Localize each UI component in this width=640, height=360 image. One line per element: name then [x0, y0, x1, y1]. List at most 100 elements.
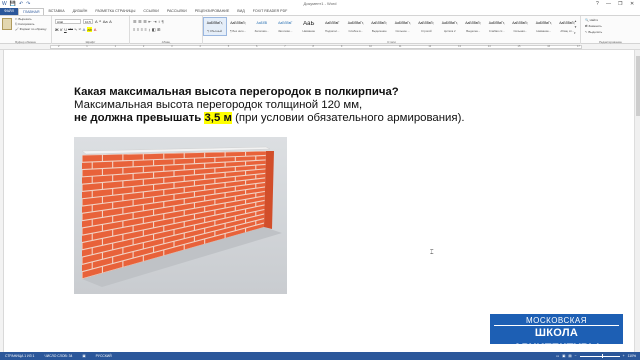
tab-file[interactable]: ФАЙЛ — [0, 8, 18, 15]
question-heading: Какая максимальная высота перегородок в … — [74, 86, 399, 98]
zoom-knob[interactable] — [601, 354, 604, 358]
read-mode-icon[interactable]: ▭ — [556, 354, 559, 358]
underline-button[interactable]: Ч — [64, 27, 67, 32]
tab-foxit[interactable]: FOXIT READER PDF — [249, 8, 292, 15]
style-preview: АаБбВвГг, — [465, 21, 482, 25]
style-preview: АаБбВ — [256, 21, 268, 25]
ribbon-tabs: ФАЙЛ ГЛАВНАЯ ВСТАВКА ДИЗАЙН РАЗМЕТКА СТР… — [0, 7, 640, 16]
align-right-icon[interactable]: ≡ — [141, 27, 143, 32]
style-item[interactable]: АаБбВвГг, ¶ Без инте... — [227, 17, 251, 36]
style-item[interactable]: АаБбВвГг, Слабая сс... — [485, 17, 509, 36]
tab-mailings[interactable]: РАССЫЛКИ — [163, 8, 191, 15]
style-item[interactable]: АаБбВвГг, Строгий — [415, 17, 439, 36]
clear-format-button[interactable]: A — [109, 19, 112, 24]
style-preview: АаБбВвГг, — [512, 21, 529, 25]
style-item[interactable]: АаБбВвГг, Название... — [532, 17, 556, 36]
mouse-cursor-icon: ⌶ — [430, 250, 434, 256]
school-logo: МОСКОВСКАЯ ШКОЛА АРХИТЕКТУРЫ — [490, 314, 623, 354]
tab-view[interactable]: ВИД — [233, 8, 248, 15]
vertical-ruler[interactable] — [0, 50, 4, 352]
style-item[interactable]: АаБбВвГ Подзагол... — [321, 17, 345, 36]
align-left-icon[interactable]: ≡ — [133, 27, 135, 32]
language-indicator[interactable]: РУССКИЙ — [91, 354, 117, 358]
font-color-icon[interactable]: A — [94, 27, 97, 32]
vertical-scrollbar[interactable] — [634, 50, 640, 352]
close-button[interactable]: ✕ — [630, 0, 634, 8]
tab-insert[interactable]: ВСТАВКА — [44, 8, 68, 15]
style-preview: АаБбВвГг, — [371, 21, 388, 25]
style-preview: АаБбВвГг, — [418, 21, 435, 25]
style-item[interactable]: АаБбВвГг, Выделение — [368, 17, 392, 36]
decrease-indent-icon[interactable]: ⇤ — [148, 19, 151, 24]
multilevel-list-icon[interactable]: ☰ — [143, 19, 147, 24]
font-group: Arial 10,5 A A Aa A Ж К Ч abc x₂ x² A ab… — [52, 16, 130, 45]
bullets-icon[interactable]: ☰ — [133, 19, 137, 24]
change-case-button[interactable]: Aa — [103, 19, 108, 24]
bold-button[interactable]: Ж — [55, 27, 59, 32]
style-item[interactable]: АаБбВвГг, Выделен... — [462, 17, 486, 36]
superscript-button[interactable]: x² — [79, 27, 82, 32]
format-painter-button[interactable]: 🖌 Формат по образцу — [12, 27, 47, 32]
strikethrough-button[interactable]: abc — [68, 27, 73, 32]
line-spacing-icon[interactable]: ↨ — [148, 27, 150, 32]
paste-icon[interactable] — [2, 18, 12, 30]
proofing-icon[interactable]: ▣ — [77, 354, 90, 358]
style-item[interactable]: АаБбВвГг, Слабое в... — [344, 17, 368, 36]
style-item[interactable]: АаБбВвГ Заголово... — [274, 17, 298, 36]
numbering-icon[interactable]: ☰ — [138, 19, 142, 24]
tab-page-layout[interactable]: РАЗМЕТКА СТРАНИЦЫ — [91, 8, 139, 15]
shrink-font-button[interactable]: A — [99, 19, 101, 24]
style-name: Заголово... — [278, 29, 293, 33]
zoom-slider[interactable] — [579, 354, 620, 358]
document-text[interactable]: Какая максимальная высота перегородок в … — [74, 86, 494, 125]
style-name: Слабое в... — [348, 29, 363, 33]
style-item[interactable]: АаБбВвГг, Сильная... — [509, 17, 533, 36]
font-name-select[interactable]: Arial — [55, 19, 81, 24]
word-count[interactable]: ЧИСЛО СЛОВ: 34 — [39, 354, 77, 358]
editing-group: 🔍 Найти ⇄ Заменить ↖ Выделить Редактиров… — [581, 16, 640, 45]
zoom-level[interactable]: 110% — [628, 354, 636, 358]
style-preview: АаБ — [303, 21, 315, 27]
increase-indent-icon[interactable]: ⇥ — [153, 19, 156, 24]
tab-references[interactable]: ССЫЛКИ — [139, 8, 162, 15]
italic-button[interactable]: К — [60, 27, 62, 32]
grow-font-button[interactable]: A — [95, 19, 98, 24]
style-preview: АаБбВвГг, — [230, 21, 247, 25]
select-button[interactable]: ↖ Выделить — [585, 29, 602, 35]
style-item[interactable]: АаБбВвГг, Сильное ... — [391, 17, 415, 36]
borders-icon[interactable]: ⊞ — [157, 27, 160, 32]
style-item[interactable]: АаБбВ Заголово... — [250, 17, 274, 36]
page-indicator[interactable]: СТРАНИЦА 1 ИЗ 1 — [0, 354, 39, 358]
text-effects-icon[interactable]: A — [83, 27, 86, 32]
shading-icon[interactable]: ◧ — [152, 27, 156, 32]
highlight-color-icon[interactable]: ab — [86, 27, 93, 32]
style-preview: АаБбВвГг, — [206, 21, 223, 25]
document-area[interactable]: Какая максимальная высота перегородок в … — [0, 50, 640, 352]
tab-design[interactable]: ДИЗАЙН — [69, 8, 92, 15]
style-item[interactable]: АаБ Название — [297, 17, 321, 36]
styles-scroll[interactable]: ▲ ▼ ▾ — [574, 18, 577, 36]
style-preview: АаБбВвГг, — [488, 21, 505, 25]
show-marks-icon[interactable]: ¶ — [162, 19, 164, 24]
answer-line-2: не должна превышать 3,5 м (при условии о… — [74, 112, 494, 125]
style-name: Подзагол... — [325, 29, 340, 33]
ribbon: ✂ Вырезать ⎘ Копировать 🖌 Формат по обра… — [0, 15, 640, 45]
zoom-in-icon[interactable]: + — [623, 354, 625, 358]
style-preview: АаБбВвГг, — [347, 21, 364, 25]
tab-review[interactable]: РЕЦЕНЗИРОВАНИЕ — [191, 8, 234, 15]
subscript-button[interactable]: x₂ — [75, 27, 78, 32]
minimize-button[interactable]: — — [606, 0, 611, 8]
style-item[interactable]: АаБбВвГг, Цитата 2 — [438, 17, 462, 36]
brick-wall-image[interactable] — [74, 137, 287, 294]
help-button[interactable]: ? — [596, 0, 599, 8]
justify-icon[interactable]: ≡ — [145, 27, 147, 32]
align-center-icon[interactable]: ≡ — [137, 27, 139, 32]
print-layout-icon[interactable]: ▣ — [562, 354, 565, 358]
zoom-out-icon[interactable]: − — [575, 354, 577, 358]
sort-icon[interactable]: ↕ — [158, 19, 160, 24]
web-layout-icon[interactable]: ▤ — [568, 354, 571, 358]
maximize-button[interactable]: ❐ — [618, 0, 622, 8]
scroll-thumb[interactable] — [636, 56, 640, 116]
style-item[interactable]: АаБбВвГг, ¶ Обычный — [203, 17, 227, 36]
font-size-select[interactable]: 10,5 — [83, 19, 93, 24]
